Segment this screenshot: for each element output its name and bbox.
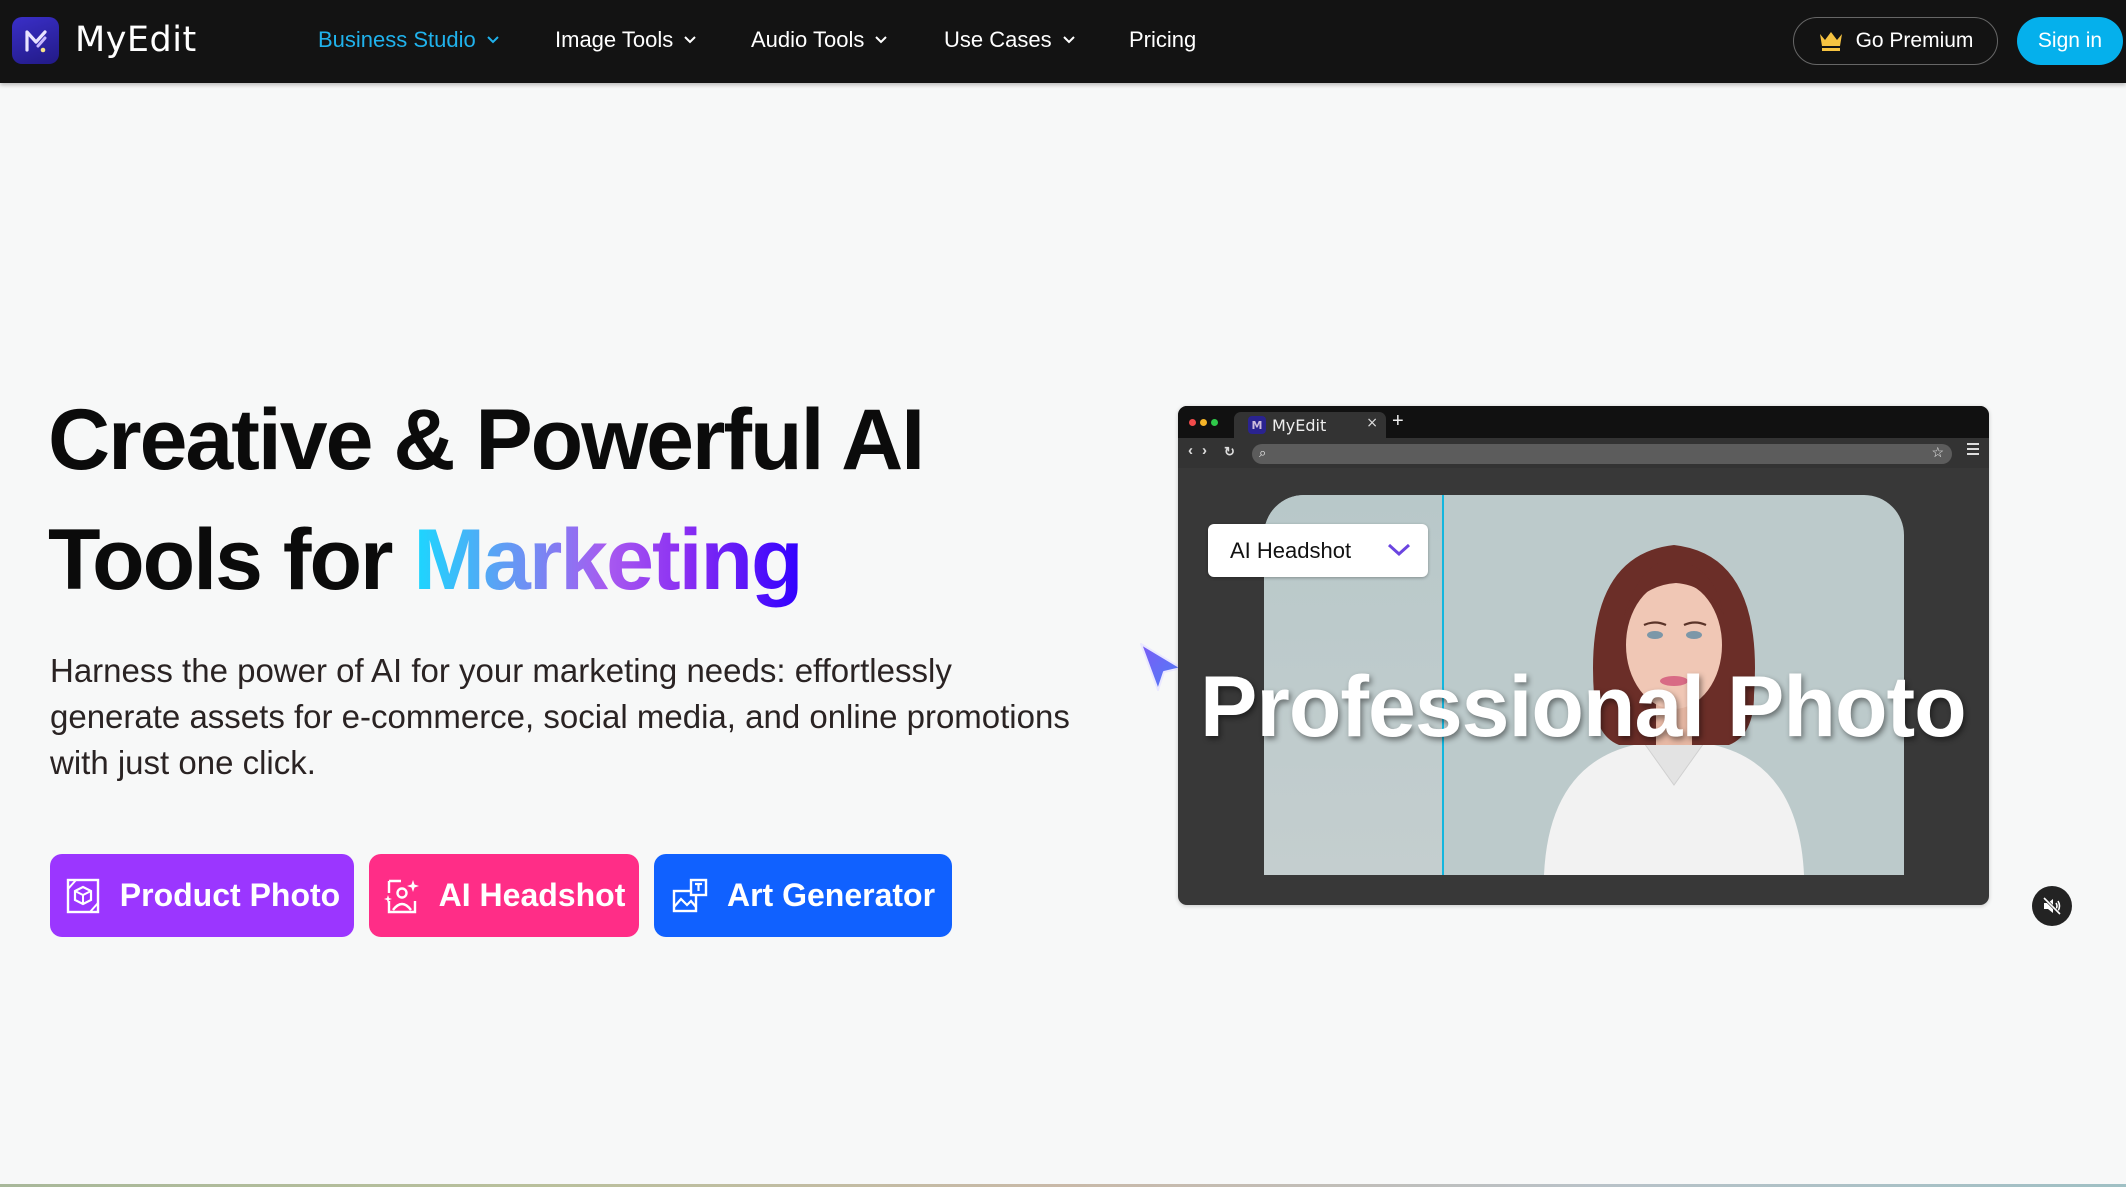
nav-use-cases[interactable]: Use Cases bbox=[944, 27, 1076, 53]
speaker-muted-icon bbox=[2042, 896, 2062, 916]
forward-icon: › bbox=[1202, 442, 1207, 459]
hero-description: Harness the power of AI for your marketi… bbox=[50, 652, 1070, 781]
chevron-down-icon bbox=[875, 36, 888, 44]
window-close-dot bbox=[1189, 419, 1196, 426]
chevron-down-icon bbox=[1062, 36, 1075, 44]
art-generator-button[interactable]: Art Generator bbox=[654, 854, 952, 937]
window-maximize-dot bbox=[1211, 419, 1218, 426]
search-icon: ⌕ bbox=[1259, 445, 1267, 460]
nav-label: Audio Tools bbox=[751, 27, 865, 52]
nav-audio-tools[interactable]: Audio Tools bbox=[751, 27, 888, 53]
back-icon: ‹ bbox=[1188, 442, 1193, 459]
reload-icon: ↻ bbox=[1224, 444, 1235, 459]
demo-video[interactable]: M MyEdit × + ‹ › ↻ ⌕ ☆ AI Headshot Profe… bbox=[1178, 406, 1989, 905]
nav-business-studio[interactable]: Business Studio bbox=[318, 27, 500, 53]
product-photo-button[interactable]: Product Photo bbox=[50, 854, 354, 937]
nav-label: Use Cases bbox=[944, 27, 1052, 52]
go-premium-button[interactable]: Go Premium bbox=[1793, 17, 1998, 65]
star-icon: ☆ bbox=[1931, 444, 1944, 460]
chevron-down-icon bbox=[1387, 543, 1411, 557]
ai-headshot-label: AI Headshot bbox=[438, 877, 626, 913]
top-navbar: MyEdit Business Studio Image Tools Audio… bbox=[0, 0, 2126, 83]
crown-icon bbox=[1819, 32, 1842, 51]
ai-headshot-button[interactable]: AI Headshot bbox=[369, 854, 639, 937]
dropdown-selected: AI Headshot bbox=[1230, 537, 1352, 563]
art-generator-icon bbox=[672, 878, 708, 912]
hero-title: Creative & Powerful AI Tools for Marketi… bbox=[48, 380, 1048, 620]
ai-headshot-icon bbox=[383, 879, 419, 913]
nav-label: Pricing bbox=[1129, 27, 1197, 52]
tab-close-icon: × bbox=[1366, 415, 1378, 431]
hero-title-line2: Tools for bbox=[48, 512, 414, 608]
browser-toolbar: ‹ › ↻ ⌕ ☆ bbox=[1178, 438, 1989, 468]
sign-in-button[interactable]: Sign in bbox=[2017, 17, 2123, 65]
go-premium-label: Go Premium bbox=[1855, 29, 1974, 52]
tool-select-dropdown[interactable]: AI Headshot bbox=[1208, 524, 1428, 577]
menu-icon bbox=[1967, 443, 1979, 455]
hero-title-highlight: Marketing bbox=[413, 512, 803, 608]
chevron-down-icon bbox=[684, 36, 696, 44]
brand-name[interactable]: MyEdit bbox=[75, 20, 197, 60]
product-photo-label: Product Photo bbox=[119, 877, 341, 913]
hero-title-line1: Creative & Powerful AI bbox=[48, 392, 925, 488]
nav-pricing[interactable]: Pricing bbox=[1129, 27, 1196, 53]
browser-tab-bar: M MyEdit × + bbox=[1178, 406, 1989, 438]
myedit-logo-icon[interactable] bbox=[12, 17, 59, 64]
address-bar: ⌕ ☆ bbox=[1252, 444, 1952, 464]
nav-label: Image Tools bbox=[555, 27, 674, 52]
window-minimize-dot bbox=[1200, 419, 1207, 426]
art-generator-label: Art Generator bbox=[726, 877, 936, 913]
tab-favicon-icon: M bbox=[1248, 416, 1266, 434]
nav-image-tools[interactable]: Image Tools bbox=[555, 27, 697, 53]
nav-label: Business Studio bbox=[318, 27, 476, 52]
mute-toggle-button[interactable] bbox=[2032, 886, 2072, 926]
new-tab-icon: + bbox=[1392, 410, 1404, 432]
browser-tab: M MyEdit × bbox=[1234, 412, 1386, 438]
browser-tab-title: MyEdit bbox=[1272, 415, 1327, 435]
video-overlay-caption: Professional Photo bbox=[1200, 659, 1967, 755]
chevron-down-icon bbox=[487, 36, 499, 44]
product-photo-icon bbox=[66, 878, 99, 913]
